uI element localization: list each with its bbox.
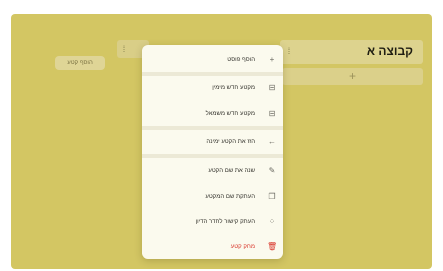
menu-item-label: שנה את שם הקטע — [208, 168, 255, 174]
menu-item-new-section-left[interactable]: ⊟ מקטע חדש משמאל — [142, 105, 283, 123]
menu-item-label: מקטע חדש משמאל — [205, 111, 255, 117]
menu-item-label: מקטע חדש מימין — [212, 85, 255, 91]
section-context-menu: + הוסף פוסט ⊟ מקטע חדש מימין ⊟ מקטע חדש … — [142, 45, 283, 259]
menu-item-label: העתקת שם המקטע — [205, 194, 255, 200]
drag-handle-icon[interactable]: ⁞ — [286, 46, 292, 56]
menu-item-copy-section-name[interactable]: ❐ העתקת שם המקטע — [142, 188, 283, 206]
trash-icon: 🗑 — [267, 242, 278, 251]
menu-item-delete-section[interactable]: 🗑 מחק קטע — [142, 238, 283, 256]
menu-item-new-section-right[interactable]: ⊟ מקטע חדש מימין — [142, 79, 283, 97]
menu-item-rename-section[interactable]: ✎ שנה את שם הקטע — [142, 162, 283, 180]
link-grid-icon: ⁘ — [268, 217, 276, 226]
menu-divider — [142, 126, 283, 130]
drag-handle-icon[interactable]: ⁞ — [121, 44, 127, 54]
copy-icon: ❐ — [268, 192, 276, 201]
menu-item-add-post[interactable]: + הוסף פוסט — [142, 51, 283, 69]
menu-item-copy-discussion-link[interactable]: ⁘ העתק קישור לחדר הדיון — [142, 213, 283, 231]
section-insert-icon: ⊟ — [268, 83, 276, 92]
menu-item-move-section-right[interactable]: ← הזז את הקטע ימינה — [142, 133, 283, 151]
arrow-left-icon: ← — [268, 137, 276, 146]
section-title[interactable]: קבוצה א — [367, 44, 413, 58]
plus-icon: + — [269, 55, 275, 64]
section-insert-icon: ⊟ — [268, 109, 276, 118]
add-section-button[interactable]: הוסף קטע — [55, 56, 105, 70]
menu-item-label: הזז את הקטע ימינה — [206, 139, 255, 145]
pencil-icon: ✎ — [268, 166, 276, 175]
add-post-button[interactable]: + — [282, 68, 423, 85]
menu-item-label: הוסף פוסט — [227, 57, 255, 63]
menu-divider — [142, 154, 283, 158]
section-header[interactable]: ⁞ קבוצה א — [280, 40, 423, 64]
menu-item-label: העתק קישור לחדר הדיון — [195, 219, 255, 225]
menu-item-label: מחק קטע — [230, 244, 255, 250]
menu-divider — [142, 72, 283, 76]
